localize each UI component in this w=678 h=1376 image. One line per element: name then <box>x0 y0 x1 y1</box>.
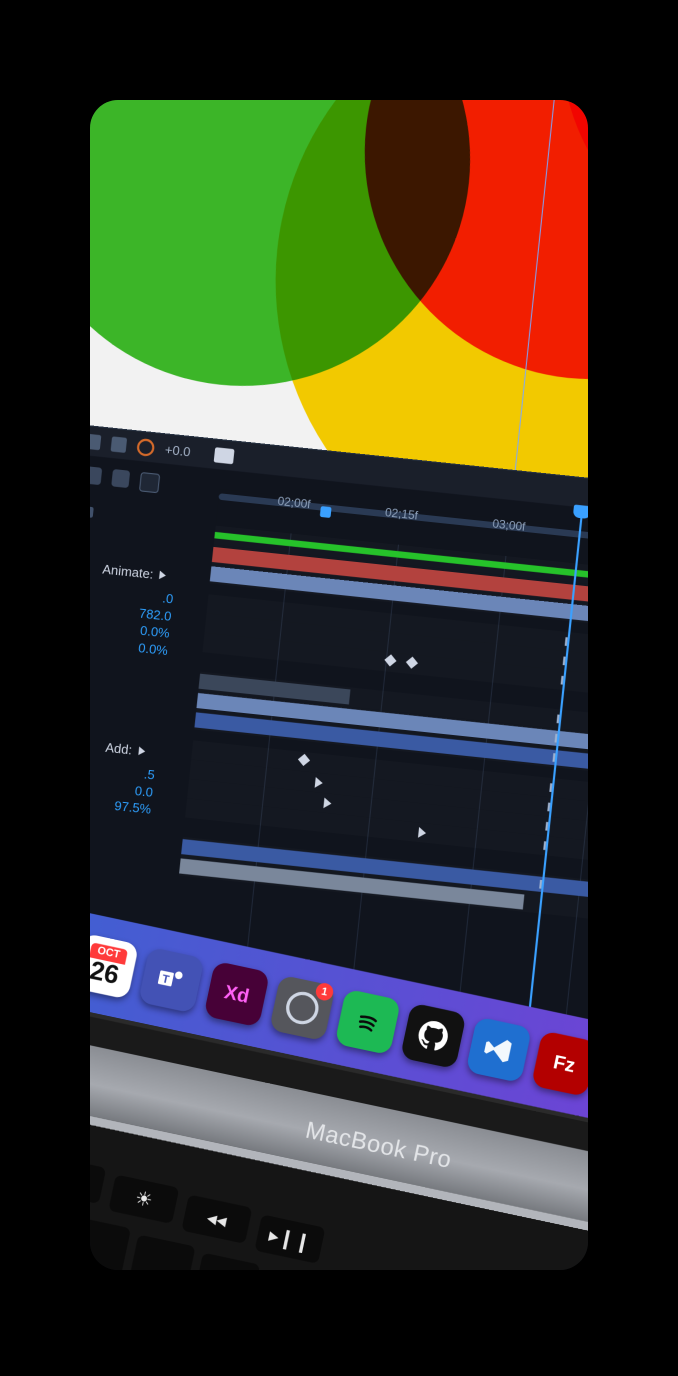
panel-icon-row <box>90 463 160 493</box>
dock-app-xd[interactable]: Xd <box>204 961 271 1028</box>
3d-icon[interactable] <box>90 506 94 518</box>
key[interactable] <box>90 1216 131 1270</box>
key-brightness-up[interactable]: ☀︎ <box>108 1175 179 1224</box>
animate-menu[interactable]: Animate: <box>102 561 167 583</box>
bin-icon[interactable] <box>90 466 102 485</box>
keyframe-diamond-icon[interactable] <box>298 754 310 766</box>
key-rewind[interactable]: ◂◂ <box>181 1194 252 1243</box>
photo-card: +0.0 0;00;03;10 Animate: .0 782.0 0.0% 0… <box>90 100 588 1270</box>
keyframe-ease-icon[interactable] <box>315 777 324 789</box>
photo-scene: +0.0 0;00;03;10 Animate: .0 782.0 0.0% 0… <box>90 100 588 1270</box>
dock-app-spotify[interactable] <box>334 989 401 1056</box>
dock-app-calendar[interactable]: OCT26 <box>90 933 139 1000</box>
ruler-tick: 02;15f <box>384 506 418 522</box>
arrow-right-icon <box>159 571 166 580</box>
key-play-pause[interactable]: ▸❙❙ <box>254 1214 325 1263</box>
dock-app-settings[interactable]: 1 <box>269 975 336 1042</box>
dock-app-github[interactable] <box>400 1003 467 1070</box>
dock-app-teams[interactable]: T <box>138 947 205 1014</box>
dock-app-filezilla[interactable]: Fz <box>531 1030 588 1097</box>
key[interactable] <box>126 1235 195 1270</box>
arrow-right-icon <box>138 747 145 756</box>
calendar-day: 26 <box>90 958 121 989</box>
keyframe-diamond-icon[interactable] <box>384 654 396 666</box>
ruler-tick: 03;00f <box>492 518 526 534</box>
key[interactable] <box>191 1253 260 1270</box>
exposure-value[interactable]: +0.0 <box>164 442 191 460</box>
in-point-marker[interactable] <box>320 506 332 518</box>
notification-badge: 1 <box>314 982 334 1002</box>
keyframe-ease-icon[interactable] <box>323 797 332 809</box>
keyframe-ease-icon[interactable] <box>418 827 427 839</box>
render-queue-icon[interactable] <box>139 472 160 493</box>
region-icon[interactable] <box>90 434 101 451</box>
dock-app-vscode[interactable] <box>465 1016 532 1083</box>
ruler-tick: 02;00f <box>277 495 311 511</box>
keyframe-diamond-icon[interactable] <box>406 657 418 669</box>
add-menu[interactable]: Add: <box>105 740 146 759</box>
swatch-icon[interactable] <box>111 469 130 488</box>
snapshot-icon[interactable] <box>213 447 234 464</box>
color-manage-icon[interactable] <box>136 438 155 457</box>
grid-icon[interactable] <box>111 436 128 453</box>
